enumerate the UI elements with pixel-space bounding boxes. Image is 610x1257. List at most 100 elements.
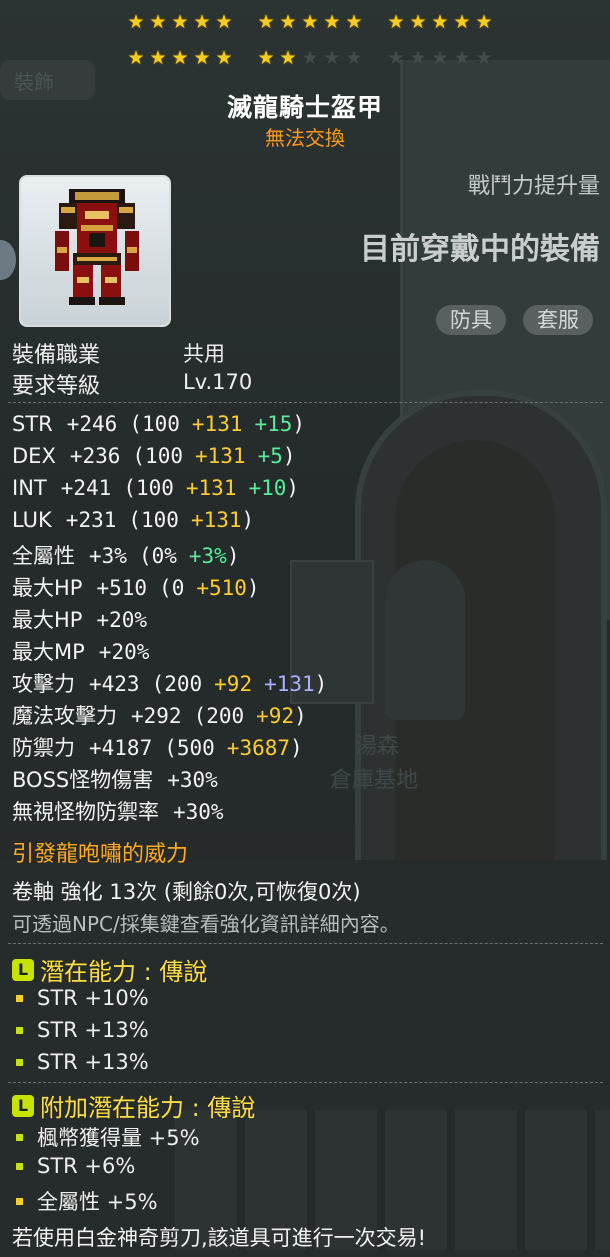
stat-enhance: +3% <box>188 544 227 568</box>
stat-enhance: +131 <box>264 672 315 696</box>
stat-name: 魔法攻擊力 <box>12 704 117 728</box>
bullet-icon <box>16 1197 23 1205</box>
star-group: ★ ★ ★ ★ ★ <box>386 12 494 34</box>
stat-bonus: +131 <box>190 508 242 532</box>
trade-footer: 若使用白金神奇剪刀,該道具可進行一次交易! <box>12 1226 427 1250</box>
stat-row: 最大HP +510 (0 +510) <box>12 572 260 602</box>
stat-name: 最大HP <box>12 608 83 632</box>
stat-total: +20% <box>98 640 150 664</box>
stat-base: (100 <box>123 476 174 500</box>
armor-icon <box>55 189 139 305</box>
stat-total: +4187 <box>89 736 153 760</box>
set-badge: 套服 <box>523 305 593 335</box>
potential-line-text: STR +10% <box>37 986 149 1010</box>
star-filled-icon: ★ <box>301 11 319 33</box>
star-filled-icon: ★ <box>171 11 189 33</box>
star-filled-icon: ★ <box>193 47 211 69</box>
stat-base: (200 <box>193 704 245 728</box>
stat-close: ) <box>241 508 255 532</box>
stat-total: +236 <box>69 444 121 468</box>
stat-total: +231 <box>65 508 117 532</box>
scroll-hint: 可透過NPC/採集鍵查看強化資訊詳細內容。 <box>12 912 400 936</box>
stat-name: 防禦力 <box>12 736 75 760</box>
star-group: ★ ★ ★ ★ ★ <box>126 48 234 70</box>
stat-close: ) <box>292 412 306 436</box>
stat-enhance: +10 <box>248 476 287 500</box>
additional-potential-line: 全屬性 +5% <box>16 1186 158 1216</box>
req-job-label: 裝備職業 <box>12 343 101 368</box>
stat-total: +246 <box>66 412 118 436</box>
trade-status: 無法交換 <box>265 126 345 150</box>
star-empty-icon: ★ <box>409 47 427 69</box>
stat-base: (100 <box>128 508 179 532</box>
star-filled-icon: ★ <box>149 11 167 33</box>
star-empty-icon: ★ <box>387 47 405 69</box>
stat-enhance: +15 <box>254 412 293 436</box>
stat-close: ) <box>290 736 303 760</box>
stat-close: ) <box>282 444 296 468</box>
stat-name: STR <box>12 412 53 436</box>
star-empty-icon: ★ <box>475 47 493 69</box>
stat-row: BOSS怪物傷害 +30% <box>12 764 218 794</box>
stat-name: LUK <box>12 508 52 532</box>
star-filled-icon: ★ <box>171 47 189 69</box>
star-filled-icon: ★ <box>127 47 145 69</box>
req-job-value: 共用 <box>183 342 225 366</box>
star-filled-icon: ★ <box>387 11 405 33</box>
stat-row: 無視怪物防禦率 +30% <box>12 796 224 826</box>
stat-name: INT <box>12 476 47 500</box>
stat-bonus: +92 <box>214 672 253 696</box>
stat-bonus: +3687 <box>226 736 291 760</box>
stat-bonus: +131 <box>194 444 246 468</box>
stat-total: +423 <box>89 672 140 696</box>
stat-row: 攻擊力 +423 (200 +92 +131) <box>12 668 327 698</box>
stat-base: (0 <box>159 576 185 600</box>
stat-close: ) <box>246 576 260 600</box>
stat-close: ) <box>314 672 328 696</box>
additional-potential-line-text: 楓幣獲得量 +5% <box>37 1126 200 1150</box>
set-effect-text: 引發龍咆嘯的威力 <box>12 842 189 867</box>
item-icon <box>19 175 171 327</box>
req-level-label: 要求等級 <box>12 374 101 399</box>
star-empty-icon: ★ <box>345 47 363 69</box>
potential-line-text: STR +13% <box>37 1018 149 1042</box>
star-filled-icon: ★ <box>193 11 211 33</box>
stat-total: +20% <box>96 608 148 632</box>
divider <box>8 402 603 403</box>
stat-row: INT +241 (100 +131 +10) <box>12 476 299 500</box>
stat-name: 最大HP <box>12 576 83 600</box>
additional-potential-line-text: 全屬性 +5% <box>37 1190 158 1214</box>
additional-potential-header: L 附加潛在能力 : 傳說 <box>12 1088 255 1123</box>
star-filled-icon: ★ <box>257 47 275 69</box>
stat-name: DEX <box>12 444 56 468</box>
bullet-icon <box>16 1026 23 1034</box>
armor-badge: 防具 <box>436 305 506 335</box>
stat-close: ) <box>226 544 240 568</box>
stat-name: 全屬性 <box>12 544 75 568</box>
potential-line-text: STR +13% <box>37 1050 149 1074</box>
legendary-icon: L <box>12 958 34 981</box>
bullet-icon <box>16 1162 23 1170</box>
stat-bonus: +131 <box>185 476 237 500</box>
star-empty-icon: ★ <box>431 47 449 69</box>
scroll-info: 卷軸 強化 13次 (剩餘0次,可恢復0次) <box>12 880 361 904</box>
star-filled-icon: ★ <box>453 11 471 33</box>
req-level-value: Lv.170 <box>183 370 253 394</box>
stat-row: DEX +236 (100 +131 +5) <box>12 444 296 468</box>
star-filled-icon: ★ <box>431 11 449 33</box>
star-empty-icon: ★ <box>301 47 319 69</box>
divider <box>8 1082 603 1083</box>
stat-name: 無視怪物防禦率 <box>12 800 159 824</box>
stat-base: (0% <box>138 544 177 568</box>
star-filled-icon: ★ <box>279 47 297 69</box>
star-filled-icon: ★ <box>345 11 363 33</box>
stat-total: +241 <box>60 476 112 500</box>
stat-total: +292 <box>131 704 182 728</box>
star-filled-icon: ★ <box>215 47 233 69</box>
star-filled-icon: ★ <box>475 11 493 33</box>
additional-potential-line-text: STR +6% <box>37 1154 136 1178</box>
stat-base: (100 <box>132 444 183 468</box>
bullet-icon <box>16 994 23 1002</box>
item-name: 滅龍騎士盔甲 <box>226 93 383 122</box>
potential-header: L 潛在能力 : 傳說 <box>12 952 207 987</box>
